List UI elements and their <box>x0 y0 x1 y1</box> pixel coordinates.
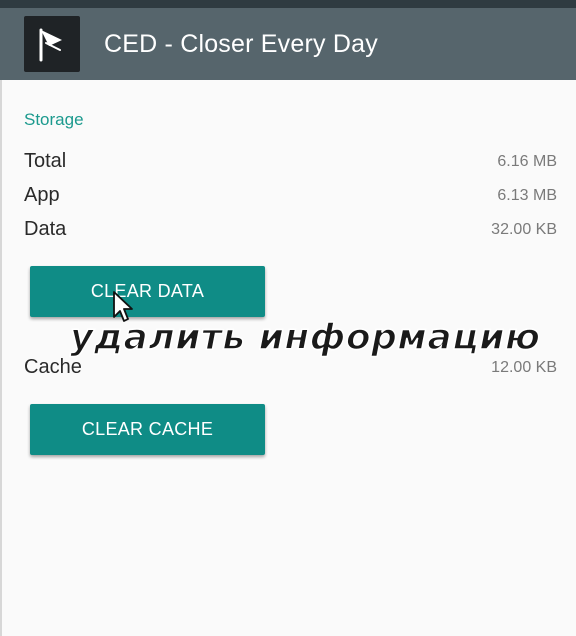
storage-row-total: Total 6.16 MB <box>24 150 557 176</box>
app-label: App <box>24 184 60 206</box>
data-label: Data <box>24 218 67 240</box>
app-value: 6.13 MB <box>497 187 557 204</box>
cache-value: 12.00 KB <box>491 359 557 376</box>
app-bar: CED - Closer Every Day <box>0 8 576 80</box>
app-title: CED - Closer Every Day <box>104 30 378 58</box>
cache-label: Cache <box>24 356 82 378</box>
clear-data-button[interactable]: CLEAR DATA <box>30 266 265 317</box>
total-label: Total <box>24 150 67 172</box>
status-bar <box>0 0 576 8</box>
data-value: 32.00 KB <box>491 221 557 238</box>
app-info-screen: CED - Closer Every Day Storage Total 6.1… <box>0 0 576 636</box>
divider <box>0 80 2 636</box>
app-logo-icon <box>24 16 80 72</box>
storage-row-data: Data 32.00 KB <box>24 218 557 244</box>
total-value: 6.16 MB <box>497 153 557 170</box>
video-caption-overlay: удалить информацию <box>69 316 541 359</box>
storage-row-app: App 6.13 MB <box>24 184 557 210</box>
mouse-pointer-icon <box>113 291 133 322</box>
storage-row-cache: Cache 12.00 KB <box>24 356 557 382</box>
clear-cache-button[interactable]: CLEAR CACHE <box>30 404 265 455</box>
storage-section-title: Storage <box>24 110 84 129</box>
